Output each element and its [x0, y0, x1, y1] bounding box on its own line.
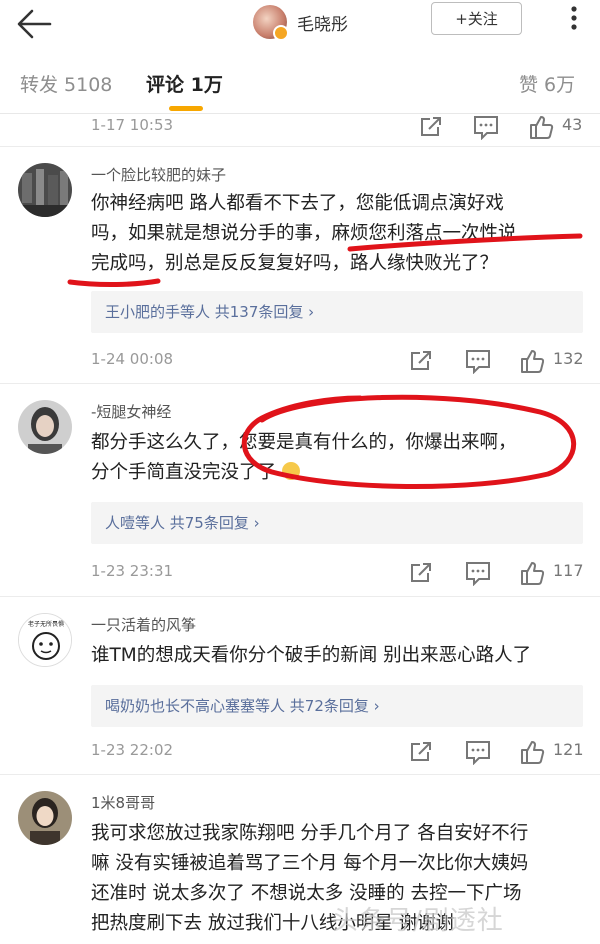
- comment-text: 谁TM的想成天看你分个破手的新闻 别出来恶心路人了: [91, 641, 591, 671]
- comment-icon[interactable]: [472, 114, 500, 140]
- share-icon[interactable]: [408, 348, 434, 374]
- commenter-name[interactable]: 1米8哥哥: [91, 792, 155, 813]
- like-icon[interactable]: [519, 560, 545, 586]
- comment-line: 谁TM的想成天看你分个破手的新闻 别出来恶心路人了: [91, 645, 532, 666]
- replies-link[interactable]: 喝奶奶也长不高心塞塞等人 共72条回复 ›: [91, 685, 583, 727]
- comment-line: 吗，如果就是想说分手的事，麻烦您利落点一次性说: [91, 223, 517, 244]
- comment-meta-row: 1-17 10:53 43: [0, 112, 600, 142]
- comment-line: 我可求您放过我家陈翔吧 分手几个月了 各自安好不行: [91, 823, 529, 844]
- tab-reposts[interactable]: 转发 5108: [20, 70, 112, 97]
- share-icon[interactable]: [408, 739, 434, 765]
- share-icon[interactable]: [418, 114, 444, 140]
- commenter-name[interactable]: 一个脸比较肥的妹子: [91, 164, 226, 185]
- comment-time: 1-24 00:08: [91, 350, 174, 368]
- avatar[interactable]: [18, 791, 72, 845]
- comment-icon[interactable]: [464, 348, 492, 374]
- comment-line: 都分手这么久了，您要是真有什么的，你爆出来啊，: [91, 432, 517, 453]
- avatar[interactable]: [18, 163, 72, 217]
- comment-meta-row: 1-24 00:08 132: [0, 346, 600, 376]
- comment-time: 1-17 10:53: [91, 116, 174, 134]
- like-icon[interactable]: [519, 348, 545, 374]
- comment-meta-row: 1-23 22:02 121: [0, 737, 600, 767]
- avatar[interactable]: [18, 400, 72, 454]
- divider: [0, 146, 600, 147]
- comment-line: 完成吗，别总是反反复复好吗，路人缘快败光了？: [91, 253, 499, 274]
- like-count: 121: [553, 740, 584, 759]
- like-icon[interactable]: [519, 739, 545, 765]
- avatar[interactable]: [253, 5, 289, 41]
- like-count: 132: [553, 349, 584, 368]
- replies-link[interactable]: 王小肥的手等人 共137条回复 ›: [91, 291, 583, 333]
- comment-text: 你神经病吧 路人都看不下去了，您能低调点演好戏 吗，如果就是想说分手的事，麻烦您…: [91, 189, 591, 279]
- comment-line: 分个手简直没完没了了: [91, 458, 591, 488]
- commenter-name[interactable]: 一只活着的风筝: [91, 614, 196, 635]
- active-tab-indicator: [169, 106, 203, 111]
- avatar-caption: 老子无所畏惧: [27, 621, 64, 628]
- follow-button[interactable]: +关注: [431, 2, 522, 35]
- comment-line: 嘛 没有实锤被追着骂了三个月 每个月一次比你大姨妈: [91, 853, 529, 874]
- more-icon[interactable]: [560, 4, 588, 32]
- comment-icon[interactable]: [464, 739, 492, 765]
- replies-link[interactable]: 人噎等人 共75条回复 ›: [91, 502, 583, 544]
- watermark: 头条号/剧透社: [332, 906, 504, 936]
- username: 毛晓彤: [297, 14, 348, 35]
- back-arrow-icon[interactable]: [14, 6, 54, 42]
- like-icon[interactable]: [528, 114, 554, 140]
- emoji-icon: [281, 462, 300, 480]
- divider: [0, 383, 600, 384]
- like-count: 117: [553, 561, 584, 580]
- comment-line: 你神经病吧 路人都看不下去了，您能低调点演好戏: [91, 193, 504, 214]
- avatar[interactable]: 老子无所畏惧: [18, 613, 72, 667]
- comment-text: 都分手这么久了，您要是真有什么的，你爆出来啊， 分个手简直没完没了了: [91, 428, 591, 488]
- tab-likes[interactable]: 赞 6万: [519, 70, 575, 97]
- comment-meta-row: 1-23 23:31 117: [0, 558, 600, 588]
- commenter-name[interactable]: -短腿女神经: [91, 401, 171, 422]
- comment-icon[interactable]: [464, 560, 492, 586]
- share-icon[interactable]: [408, 560, 434, 586]
- comment-time: 1-23 22:02: [91, 741, 174, 759]
- tab-bar: 转发 5108 评论 1万 赞 6万: [0, 52, 600, 114]
- profile-header[interactable]: 毛晓彤: [253, 5, 348, 41]
- comment-time: 1-23 23:31: [91, 562, 174, 580]
- divider: [0, 774, 600, 775]
- like-count: 43: [562, 115, 583, 134]
- top-bar: 毛晓彤 +关注: [0, 0, 600, 52]
- tab-comments[interactable]: 评论 1万: [146, 70, 223, 97]
- divider: [0, 596, 600, 597]
